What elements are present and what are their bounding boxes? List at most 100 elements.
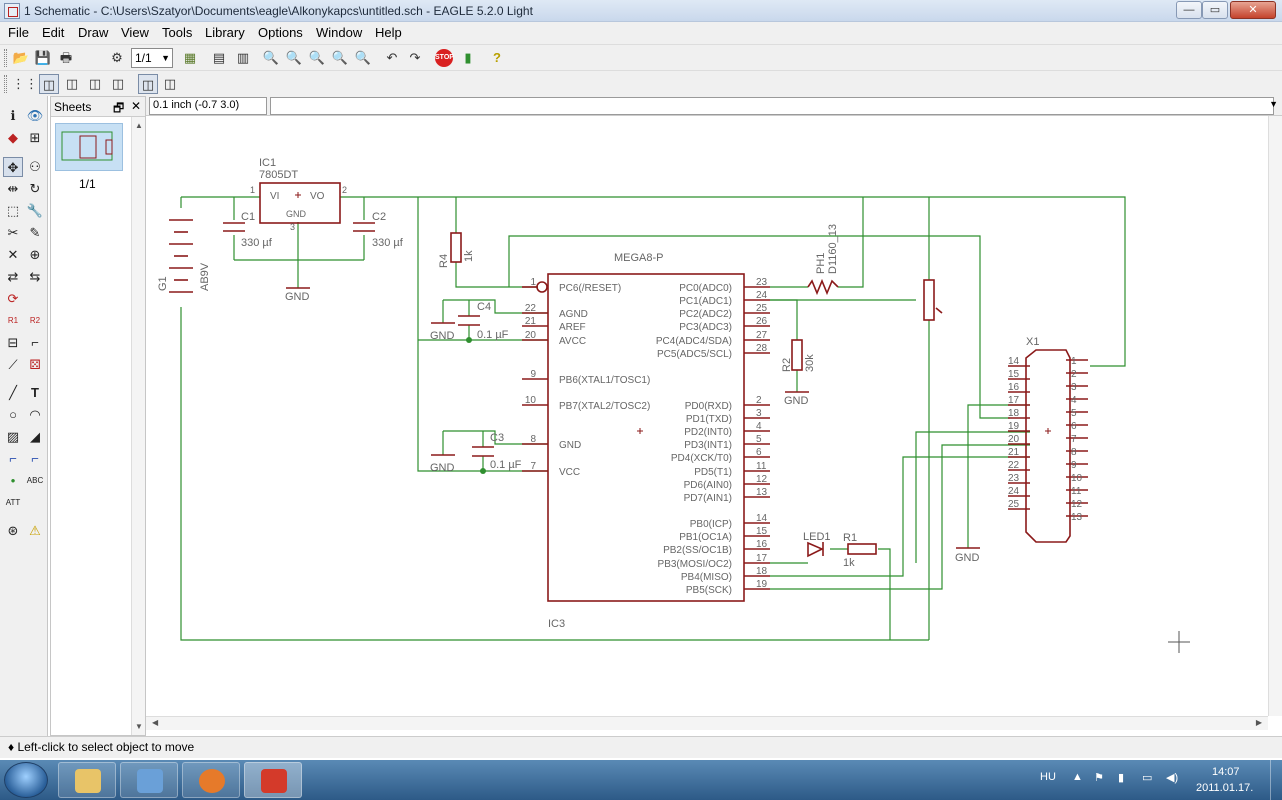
replace-icon[interactable]: ⟳ bbox=[3, 289, 23, 309]
zoom-redraw-icon[interactable]: 🔍 bbox=[330, 48, 350, 68]
mark-icon[interactable]: ⊞ bbox=[25, 128, 45, 148]
pinswap-icon[interactable]: ⇄ bbox=[3, 267, 23, 287]
name-icon[interactable]: R1 bbox=[3, 311, 23, 331]
delete-icon[interactable]: ✕ bbox=[3, 245, 23, 265]
miter-icon[interactable]: ⌐ bbox=[25, 333, 45, 353]
wire-icon[interactable]: ╱ bbox=[3, 383, 23, 403]
cam-icon[interactable]: ⚙ bbox=[107, 48, 127, 68]
toolbar-grip[interactable] bbox=[4, 75, 7, 93]
help-icon[interactable]: ? bbox=[487, 48, 507, 68]
layout-three-icon[interactable]: ◫ bbox=[85, 74, 105, 94]
bus-icon[interactable]: ⌐ bbox=[3, 449, 23, 469]
copy-icon[interactable]: ⚇ bbox=[25, 157, 45, 177]
mirror-icon[interactable]: ⇹ bbox=[3, 179, 23, 199]
split-icon[interactable]: ⟋ bbox=[3, 355, 23, 375]
action-center-icon[interactable]: ⚑ bbox=[1094, 771, 1104, 784]
go-icon[interactable]: ▮ bbox=[458, 48, 478, 68]
tray-expand-icon[interactable]: ▲ bbox=[1072, 771, 1083, 783]
zoom-in-icon[interactable]: 🔍 bbox=[284, 48, 304, 68]
menu-window[interactable]: Window bbox=[316, 25, 362, 40]
layout-two-icon[interactable]: ◫ bbox=[62, 74, 82, 94]
close-panel-button[interactable]: ✕ bbox=[131, 99, 141, 113]
power-icon[interactable]: ▭ bbox=[1142, 771, 1152, 784]
gateswap-icon[interactable]: ⇆ bbox=[25, 267, 45, 287]
clock-date[interactable]: 2011.01.17. bbox=[1196, 782, 1253, 794]
junction-icon[interactable]: • bbox=[3, 471, 23, 491]
print-icon[interactable]: 🖶 bbox=[56, 48, 76, 68]
layout-four-icon[interactable]: ◫ bbox=[108, 74, 128, 94]
sheet-thumbnail[interactable] bbox=[55, 123, 123, 171]
group-icon[interactable]: ⬚ bbox=[3, 201, 23, 221]
menu-file[interactable]: File bbox=[8, 25, 29, 40]
menu-options[interactable]: Options bbox=[258, 25, 303, 40]
network-icon[interactable]: ▮ bbox=[1118, 771, 1124, 784]
scroll-up-icon[interactable]: ▲ bbox=[135, 121, 143, 130]
value-icon[interactable]: R2 bbox=[25, 311, 45, 331]
eagle-app-icon[interactable] bbox=[4, 3, 20, 19]
scroll-left-icon[interactable]: ◀ bbox=[152, 718, 158, 727]
open-icon[interactable]: 📂 bbox=[11, 48, 31, 68]
maximize-button[interactable]: ▭ bbox=[1202, 1, 1228, 19]
taskbar-users[interactable] bbox=[120, 762, 178, 798]
circle-icon[interactable]: ○ bbox=[3, 405, 23, 425]
scroll-down-icon[interactable]: ▼ bbox=[135, 722, 143, 731]
language-indicator[interactable]: HU bbox=[1040, 771, 1056, 783]
volume-icon[interactable]: ◀) bbox=[1166, 771, 1178, 784]
zoom-fit-icon[interactable]: 🔍 bbox=[261, 48, 281, 68]
polygon-icon[interactable]: ◢ bbox=[25, 427, 45, 447]
scroll-right-icon[interactable]: ▶ bbox=[1256, 718, 1262, 727]
layout-panel-alt-icon[interactable]: ◫ bbox=[160, 74, 180, 94]
menu-tools[interactable]: Tools bbox=[162, 25, 192, 40]
schematic-canvas[interactable]: IC1 7805DT VI VO GND 1 2 3 C1 330 µf C2 … bbox=[146, 116, 1268, 716]
zoom-out-icon[interactable]: 🔍 bbox=[307, 48, 327, 68]
info-icon[interactable]: ℹ bbox=[3, 106, 23, 126]
chevron-down-icon[interactable]: ▼ bbox=[1269, 99, 1278, 109]
rect-icon[interactable]: ▨ bbox=[3, 427, 23, 447]
menu-library[interactable]: Library bbox=[205, 25, 245, 40]
arc-icon[interactable]: ◠ bbox=[25, 405, 45, 425]
menu-help[interactable]: Help bbox=[375, 25, 402, 40]
move-icon[interactable]: ✥ bbox=[3, 157, 23, 177]
zoom-select-icon[interactable]: 🔍 bbox=[353, 48, 373, 68]
toolbar-grip[interactable] bbox=[4, 49, 7, 67]
redo-icon[interactable]: ↷ bbox=[405, 48, 425, 68]
errors-icon[interactable]: ⚠ bbox=[25, 521, 45, 541]
command-input[interactable] bbox=[270, 97, 1274, 115]
clock-time[interactable]: 14:07 bbox=[1212, 766, 1240, 778]
sheet-select[interactable]: 1/1 ▼ bbox=[131, 48, 173, 68]
script-icon[interactable]: ▤ bbox=[209, 48, 229, 68]
rotate-icon[interactable]: ↻ bbox=[25, 179, 45, 199]
show-desktop-button[interactable] bbox=[1270, 760, 1282, 800]
layout-single-icon[interactable]: ◫ bbox=[39, 74, 59, 94]
show-icon[interactable]: 👁 bbox=[25, 106, 45, 126]
start-button[interactable] bbox=[4, 762, 48, 798]
taskbar-explorer[interactable] bbox=[58, 762, 116, 798]
menu-draw[interactable]: Draw bbox=[78, 25, 108, 40]
undo-icon[interactable]: ↶ bbox=[382, 48, 402, 68]
close-button[interactable]: ✕ bbox=[1230, 1, 1276, 19]
cut-icon[interactable]: ✂ bbox=[3, 223, 23, 243]
display-icon[interactable]: ◆ bbox=[3, 128, 23, 148]
ulp-icon[interactable]: ▥ bbox=[233, 48, 253, 68]
menu-view[interactable]: View bbox=[121, 25, 149, 40]
canvas-horizontal-scrollbar[interactable]: ◀ ▶ bbox=[146, 716, 1268, 730]
invoke-icon[interactable]: ⚄ bbox=[25, 355, 45, 375]
canvas-vertical-scrollbar[interactable] bbox=[1268, 116, 1282, 716]
taskbar-firefox[interactable] bbox=[182, 762, 240, 798]
schematic-drawing[interactable]: IC1 7805DT VI VO GND 1 2 3 C1 330 µf C2 … bbox=[146, 116, 1268, 716]
label-icon[interactable]: ABC bbox=[25, 471, 45, 491]
menu-edit[interactable]: Edit bbox=[42, 25, 64, 40]
paste-icon[interactable]: ✎ bbox=[25, 223, 45, 243]
stop-icon[interactable]: STOP bbox=[435, 49, 454, 67]
taskbar-eagle[interactable] bbox=[244, 762, 302, 798]
text-icon[interactable]: T bbox=[25, 383, 45, 403]
add-icon[interactable]: ⊕ bbox=[25, 245, 45, 265]
erc-icon[interactable]: ⊛ bbox=[3, 521, 23, 541]
layout-panel-icon[interactable]: ◫ bbox=[138, 74, 158, 94]
save-icon[interactable]: 💾 bbox=[33, 48, 53, 68]
sheets-scrollbar[interactable]: ▲ ▼ bbox=[131, 117, 145, 735]
board-icon[interactable]: ▦ bbox=[180, 48, 200, 68]
float-panel-button[interactable]: 🗗 bbox=[113, 99, 124, 120]
net-icon[interactable]: ⌐ bbox=[25, 449, 45, 469]
smash-icon[interactable]: ⊟ bbox=[3, 333, 23, 353]
